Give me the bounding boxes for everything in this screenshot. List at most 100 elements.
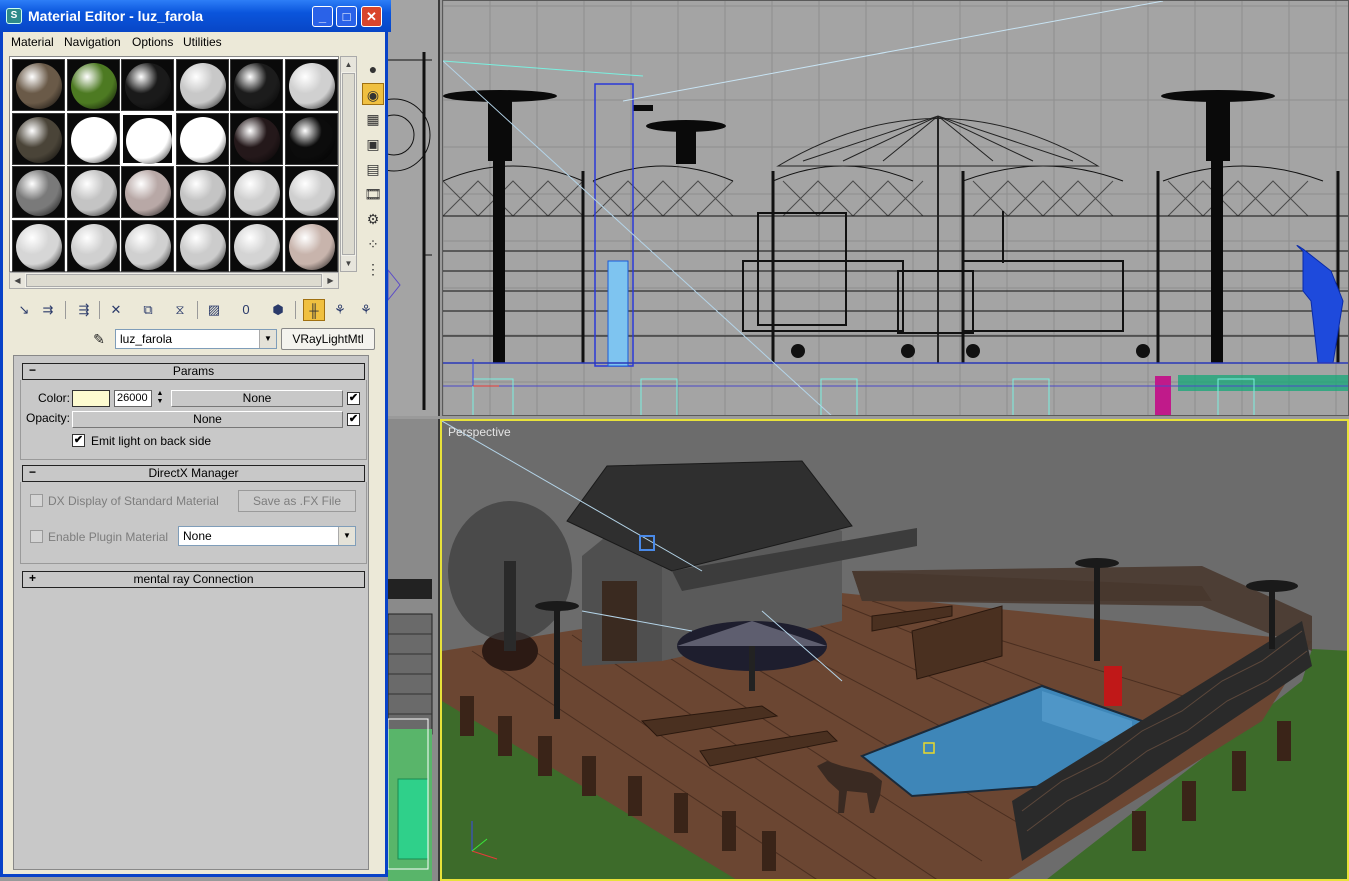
- menu-material[interactable]: Material: [11, 35, 54, 49]
- sample-slot[interactable]: [284, 166, 338, 218]
- ground-boxes: [472, 378, 1255, 415]
- sample-slots-vertical-scrollbar[interactable]: ▲ ▼: [340, 56, 357, 272]
- make-preview-icon[interactable]: 🎞: [362, 183, 384, 205]
- opacity-map-checkbox[interactable]: ✔: [347, 413, 360, 426]
- menu-navigation[interactable]: Navigation: [64, 35, 121, 49]
- sample-slot[interactable]: [66, 112, 120, 165]
- enable-plugin-checkbox[interactable]: [30, 530, 43, 543]
- material-sphere: [288, 63, 335, 109]
- sample-slot[interactable]: [121, 59, 174, 111]
- maximize-button[interactable]: □: [336, 6, 357, 27]
- chevron-down-icon[interactable]: ▼: [259, 330, 276, 348]
- color-swatch[interactable]: [72, 390, 110, 407]
- scroll-left-icon[interactable]: ◀: [10, 273, 25, 288]
- video-color-check-icon[interactable]: ▤: [362, 158, 384, 180]
- menu-options[interactable]: Options: [132, 35, 173, 49]
- sample-slot[interactable]: [230, 59, 283, 111]
- sample-slots-horizontal-scrollbar[interactable]: ◀ ▶: [9, 272, 339, 289]
- left-viewport-bottom[interactable]: [388, 419, 440, 881]
- app-icon[interactable]: S: [6, 8, 22, 24]
- scroll-thumb[interactable]: [26, 274, 322, 287]
- sample-slot[interactable]: [175, 219, 229, 272]
- put-to-library-icon[interactable]: ▨: [203, 299, 225, 321]
- background-checker-icon[interactable]: ▦: [362, 108, 384, 130]
- sample-uv-tiling-icon[interactable]: ▣: [362, 133, 384, 155]
- save-fx-file-button[interactable]: Save as .FX File: [238, 490, 356, 512]
- left-viewport-top[interactable]: [388, 0, 440, 416]
- sample-slot[interactable]: [12, 166, 65, 218]
- sample-slot[interactable]: [175, 112, 229, 165]
- scroll-up-icon[interactable]: ▲: [341, 57, 356, 72]
- material-parameters-panel[interactable]: − Params Color: 26000 ▲ ▼ None ✔ Opacity:…: [13, 355, 369, 870]
- title-bar[interactable]: S Material Editor - luz_farola _ □ ✕: [0, 0, 391, 32]
- sample-slot[interactable]: [284, 112, 338, 165]
- close-button[interactable]: ✕: [361, 6, 382, 27]
- sample-slot[interactable]: [12, 112, 65, 165]
- sample-slot[interactable]: [284, 219, 338, 272]
- put-to-scene-icon[interactable]: ⇉: [37, 299, 59, 321]
- lamp-posts: [443, 90, 1275, 363]
- mental-ray-rollout-header[interactable]: + mental ray Connection: [22, 571, 365, 588]
- options-icon[interactable]: ⚙: [362, 208, 384, 230]
- select-by-material-icon[interactable]: ⁘: [362, 233, 384, 255]
- go-to-parent-icon[interactable]: ⚘: [329, 299, 351, 321]
- sample-slot[interactable]: [230, 166, 283, 218]
- backlight-icon[interactable]: ◉: [362, 83, 384, 105]
- assign-to-selection-icon[interactable]: ⇶: [73, 299, 95, 321]
- scroll-down-icon[interactable]: ▼: [341, 256, 356, 271]
- params-rollout-title: Params: [172, 364, 215, 378]
- scroll-right-icon[interactable]: ▶: [323, 273, 338, 288]
- collapse-icon[interactable]: −: [29, 465, 36, 480]
- reset-map-icon[interactable]: ✕: [105, 299, 127, 321]
- perspective-viewport[interactable]: Perspective: [440, 419, 1349, 881]
- minimize-button[interactable]: _: [312, 6, 333, 27]
- sample-slot[interactable]: [121, 112, 174, 165]
- collapse-icon[interactable]: −: [29, 363, 36, 378]
- material-sphere: [288, 116, 335, 163]
- get-material-icon[interactable]: ↘: [13, 299, 35, 321]
- material-sphere: [234, 170, 280, 216]
- scroll-thumb[interactable]: [342, 73, 355, 255]
- eyedropper-icon[interactable]: ✎: [89, 329, 109, 349]
- intensity-spinner[interactable]: ▲ ▼: [154, 390, 166, 407]
- directx-rollout-header[interactable]: − DirectX Manager: [22, 465, 365, 482]
- emit-backside-checkbox[interactable]: ✔: [72, 434, 85, 447]
- show-end-result-icon[interactable]: ╫: [303, 299, 325, 321]
- viewport-label[interactable]: Perspective: [448, 425, 511, 439]
- sample-slot[interactable]: [121, 166, 174, 218]
- opacity-map-button[interactable]: None: [72, 411, 343, 428]
- sample-slot[interactable]: [175, 59, 229, 111]
- plugin-material-select[interactable]: None ▼: [178, 526, 356, 546]
- expand-icon[interactable]: +: [29, 571, 36, 586]
- sample-slot[interactable]: [284, 59, 338, 111]
- chevron-down-icon[interactable]: ▼: [338, 527, 355, 545]
- emit-backside-label[interactable]: Emit light on back side: [91, 434, 211, 448]
- dx-display-checkbox[interactable]: [30, 494, 43, 507]
- menu-utilities[interactable]: Utilities: [183, 35, 222, 49]
- sample-slot[interactable]: [12, 219, 65, 272]
- intensity-field[interactable]: 26000: [114, 390, 152, 407]
- sample-slot[interactable]: [12, 59, 65, 111]
- sample-slot[interactable]: [66, 166, 120, 218]
- material-effects-channel-icon[interactable]: 0: [235, 299, 257, 321]
- show-map-in-viewport-icon[interactable]: ⬢: [267, 299, 289, 321]
- sample-type-icon[interactable]: ●: [362, 58, 384, 80]
- material-map-navigator-icon[interactable]: ⋮: [362, 258, 384, 280]
- sample-slot[interactable]: [66, 59, 120, 111]
- material-name-combo[interactable]: luz_farola ▼: [115, 329, 277, 349]
- material-type-button[interactable]: VRayLightMtl: [281, 328, 375, 350]
- color-map-checkbox[interactable]: ✔: [347, 392, 360, 405]
- make-copy-icon[interactable]: ⧉: [137, 299, 159, 321]
- color-map-button[interactable]: None: [171, 390, 343, 407]
- sample-slot[interactable]: [121, 219, 174, 272]
- sample-slot[interactable]: [230, 219, 283, 272]
- sample-slot[interactable]: [175, 166, 229, 218]
- sample-slot[interactable]: [66, 219, 120, 272]
- make-unique-icon[interactable]: ⧖: [169, 299, 191, 321]
- params-rollout-header[interactable]: − Params: [22, 363, 365, 380]
- sample-slot[interactable]: [230, 112, 283, 165]
- front-viewport[interactable]: [442, 0, 1349, 416]
- opacity-label: Opacity:: [26, 411, 71, 425]
- go-forward-to-sibling-icon[interactable]: ⚘: [355, 299, 377, 321]
- left-viewport-top-drawing: [388, 52, 432, 410]
